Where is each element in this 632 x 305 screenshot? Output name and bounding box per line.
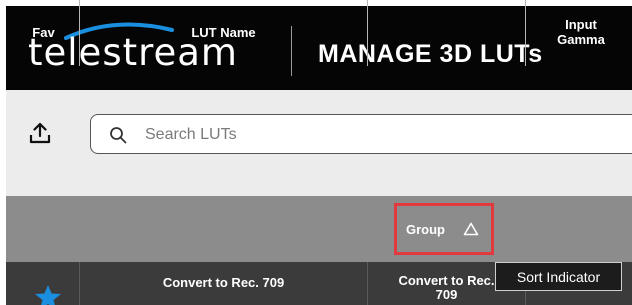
lut-name-text: Convert to Rec. 709 bbox=[162, 275, 285, 291]
column-header-label: Input Gamma bbox=[557, 17, 605, 47]
column-header-label: Fav bbox=[32, 24, 55, 40]
sort-indicator-tooltip: Sort Indicator bbox=[495, 262, 622, 291]
sort-triangle-icon[interactable] bbox=[463, 222, 479, 236]
tooltip-text: Sort Indicator bbox=[516, 268, 601, 285]
column-header-input-gamma[interactable]: Input Gamma bbox=[526, 0, 632, 66]
upload-button[interactable] bbox=[28, 121, 52, 145]
upload-icon bbox=[29, 122, 51, 144]
group-text: Convert to Rec. 709 bbox=[398, 273, 495, 303]
table-header bbox=[6, 196, 632, 262]
star-icon[interactable] bbox=[34, 284, 62, 305]
column-header-lut-name[interactable]: LUT Name bbox=[80, 0, 368, 66]
column-header-fav[interactable]: Fav bbox=[8, 0, 80, 66]
column-header-label: LUT Name bbox=[191, 24, 256, 40]
search-input[interactable] bbox=[145, 124, 625, 146]
lut-name-cell: Convert to Rec. 709 bbox=[80, 262, 368, 305]
search-box[interactable] bbox=[90, 114, 632, 154]
column-header-group[interactable] bbox=[368, 0, 526, 66]
column-header-label: Group bbox=[406, 222, 445, 237]
search-icon bbox=[110, 127, 127, 144]
